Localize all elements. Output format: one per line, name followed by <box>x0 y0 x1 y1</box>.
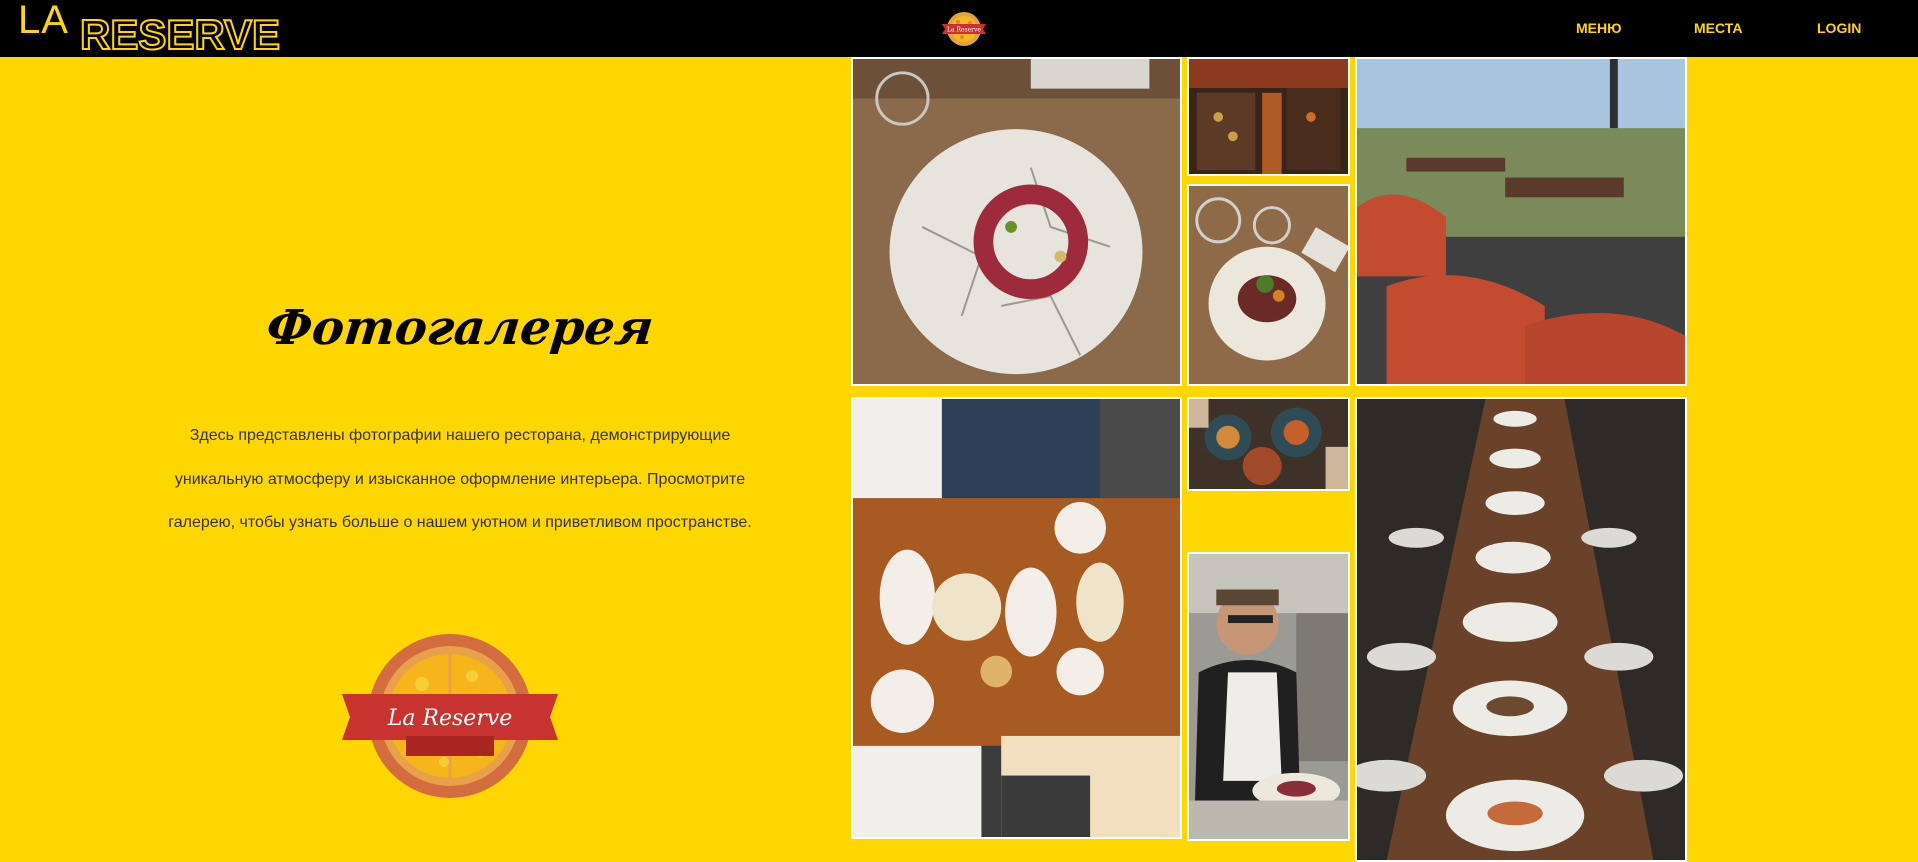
site-header: LA RESERVE La Reserve МЕНЮ МЕСТА LOGIN <box>0 0 1918 57</box>
header-logo-icon[interactable]: La Reserve <box>940 10 988 48</box>
gallery-photo-banquet-table[interactable] <box>1355 397 1687 862</box>
header-logo-text: La Reserve <box>947 27 981 34</box>
logo-ribbon-text: La Reserve <box>387 706 513 731</box>
brand-la: LA <box>18 0 69 42</box>
brand-reserve: RESERVE <box>79 11 281 58</box>
gallery-photo-plated-dish[interactable] <box>851 57 1182 386</box>
gallery-photo-terrace[interactable] <box>1355 57 1687 386</box>
gallery-photo-seafood[interactable] <box>1187 397 1350 491</box>
nav-login-link[interactable]: LOGIN <box>1817 20 1861 36</box>
gallery-title: Фотогалерея <box>263 300 657 356</box>
gallery-photo-small-plate[interactable] <box>1187 184 1350 386</box>
nav-places-link[interactable]: МЕСТА <box>1694 20 1743 36</box>
gallery-photo-chef[interactable] <box>1187 552 1350 841</box>
la-reserve-logo: La Reserve <box>342 634 558 798</box>
gallery-photo-bar[interactable] <box>1187 57 1350 176</box>
nav-menu-link[interactable]: МЕНЮ <box>1576 20 1622 36</box>
gallery-photo-group-dining[interactable] <box>851 397 1182 839</box>
gallery-description: Здесь представлены фотографии нашего рес… <box>168 427 752 531</box>
